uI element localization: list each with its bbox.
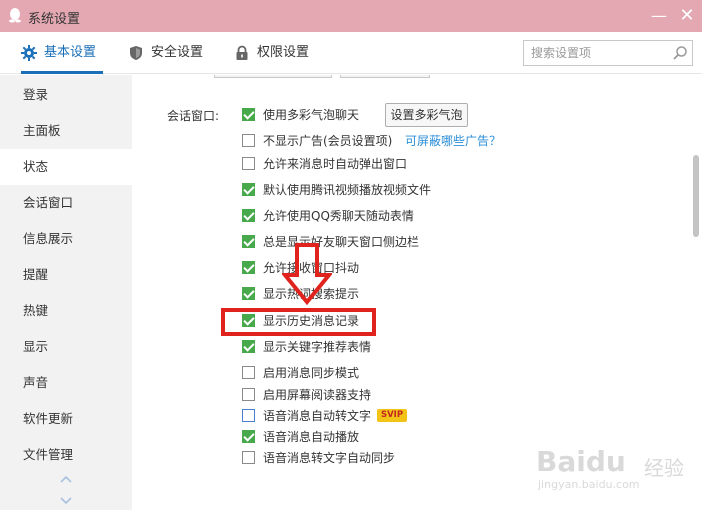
ads-info-link[interactable]: 可屏蔽哪些广告？ [405,131,501,151]
sidebar-item-software-update[interactable]: 软件更新 [0,401,132,437]
tab-label: 安全设置 [151,45,204,60]
search-box [523,40,693,66]
set-bubble-button[interactable]: 设置多彩气泡 [385,103,468,127]
qq-penguin-icon [9,8,21,23]
window-title: 系统设置 [28,12,81,27]
close-button[interactable]: ✕ [676,5,698,27]
lock-icon [236,45,248,60]
title-bar: 系统设置 — ✕ [0,0,702,32]
checkbox[interactable] [242,209,255,222]
checkbox[interactable] [242,340,255,353]
option-label: 语音消息自动播放 [263,430,360,444]
sidebar-item-login[interactable]: 登录 [0,77,132,113]
sidebar-item-display[interactable]: 显示 [0,329,132,365]
search-input[interactable] [524,41,668,65]
watermark-brand-cn: 经验 [644,456,684,480]
option-label: 显示关键字推荐表情 [263,340,372,354]
checkbox[interactable] [242,409,255,422]
checkbox[interactable] [242,451,255,464]
sidebar-item-status[interactable]: 状态 [0,149,132,185]
checkbox[interactable] [242,157,255,170]
sidebar-scroll-arrows-icon[interactable] [58,473,74,507]
shield-icon [130,46,142,60]
option-label: 默认使用腾讯视频播放视频文件 [263,183,432,197]
sidebar-item-hotkey[interactable]: 热键 [0,293,132,329]
checkbox[interactable] [242,430,255,443]
option-label: 不显示广告(会员设置项) [263,134,393,148]
watermark-url: jingyan.baidu.com [538,478,640,491]
option-label: 语音消息自动转文字 [263,409,372,423]
button-edge [340,75,430,78]
sidebar: 登录 主面板 状态 会话窗口 信息展示 提醒 热键 显示 声音 软件更新 文件管… [0,75,132,510]
option-label: 使用多彩气泡聊天 [263,108,360,122]
tab-security-settings[interactable]: 安全设置 [128,32,213,74]
minimize-button[interactable]: — [648,5,670,27]
checkbox[interactable] [242,134,255,147]
option-label: 语音消息转文字自动同步 [263,451,396,465]
tab-basic-settings[interactable]: 基本设置 [21,32,106,74]
section-label-chat-window: 会话窗口: [167,109,220,123]
tab-permission-settings[interactable]: 权限设置 [234,32,319,74]
checkbox[interactable] [242,388,255,401]
sidebar-item-chat-window[interactable]: 会话窗口 [0,185,132,221]
option-label: 允许使用QQ秀聊天随动表情 [263,209,414,223]
checkbox[interactable] [242,235,255,248]
svip-badge: SVIP [377,409,407,422]
down-arrow-icon [282,243,332,305]
sidebar-item-main-panel[interactable]: 主面板 [0,113,132,149]
checkbox[interactable] [242,366,255,379]
checkbox[interactable] [242,108,255,121]
search-icon[interactable] [672,45,688,61]
sidebar-item-reminder[interactable]: 提醒 [0,257,132,293]
option-label: 启用屏幕阅读器支持 [263,388,372,402]
tab-bar: 基本设置 安全设置 权限设置 [0,32,702,74]
sidebar-item-file-management[interactable]: 文件管理 [0,437,132,473]
highlight-box [221,308,376,336]
button-edge [214,75,332,78]
checkbox[interactable] [242,261,255,274]
gear-icon [21,45,37,61]
tab-label: 权限设置 [257,45,310,60]
baidu-jingyan-watermark: Baidu 经验 jingyan.baidu.com [536,445,696,505]
watermark-brand: Baidu [536,445,626,478]
checkbox[interactable] [242,183,255,196]
sidebar-item-info-display[interactable]: 信息展示 [0,221,132,257]
sidebar-item-sound[interactable]: 声音 [0,365,132,401]
tab-label: 基本设置 [44,45,97,60]
option-label: 启用消息同步模式 [263,366,360,380]
scrollbar-thumb[interactable] [693,155,699,237]
checkbox[interactable] [242,287,255,300]
option-label: 允许来消息时自动弹出窗口 [263,157,408,171]
